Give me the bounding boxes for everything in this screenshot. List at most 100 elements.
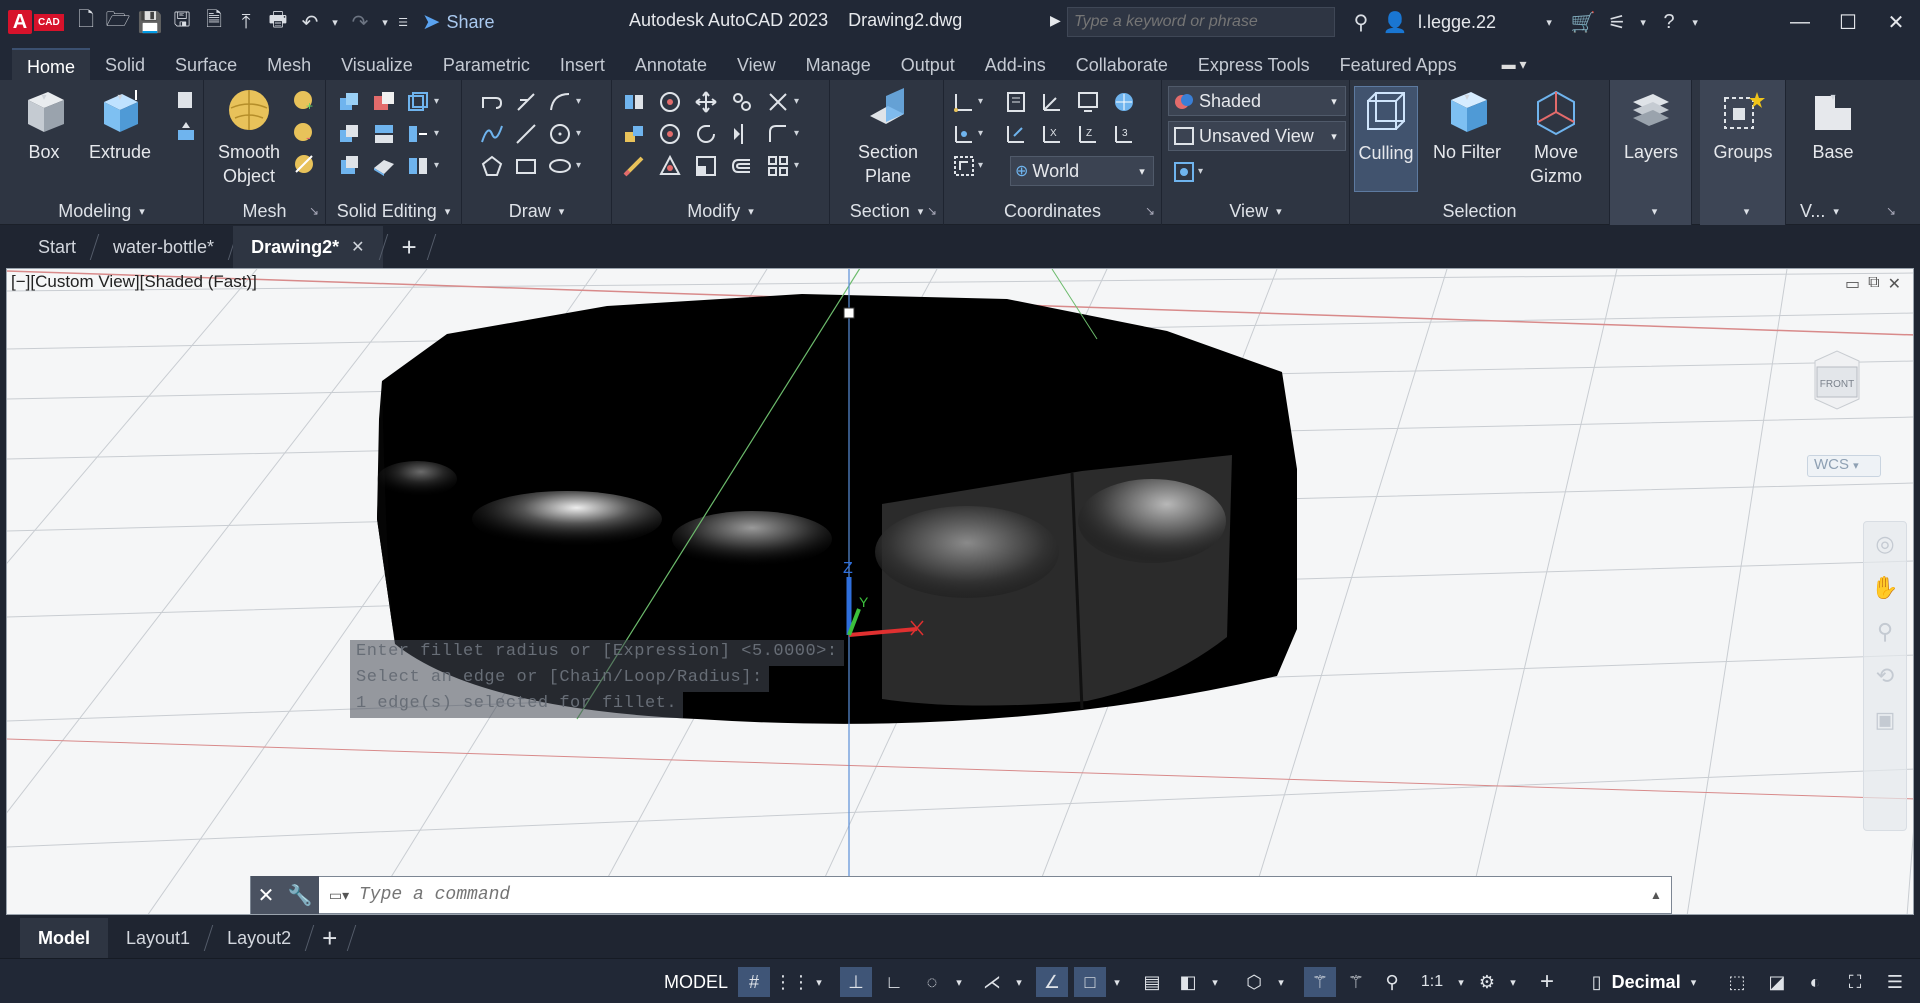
layout-tab-model[interactable]: Model	[20, 918, 108, 958]
thicken-icon[interactable]	[406, 122, 430, 146]
coordinates-panel-title[interactable]: Coordinates ↘	[944, 197, 1161, 225]
user-dropdown-icon[interactable]: ▾	[1532, 5, 1566, 39]
annotation-monitor-icon[interactable]: +	[1530, 967, 1564, 997]
trim-dropdown-icon[interactable]: ▾	[794, 96, 799, 107]
scale-icon[interactable]	[694, 154, 718, 178]
modeling-panel-title[interactable]: Modeling ▾	[0, 197, 203, 225]
ucs-object-dropdown-icon[interactable]: ▾	[978, 160, 983, 171]
separate-icon[interactable]	[406, 154, 430, 178]
doc-tab-start[interactable]: Start	[20, 226, 94, 268]
quick-properties-icon[interactable]: ⬚	[1720, 967, 1754, 997]
tab-visualize[interactable]: Visualize	[326, 48, 428, 80]
3d-align-icon[interactable]	[622, 122, 646, 146]
ucs-origin-icon[interactable]	[952, 122, 976, 146]
minimize-icon[interactable]: —	[1776, 0, 1824, 44]
rotate-icon[interactable]	[694, 122, 718, 146]
modify-panel-title[interactable]: Modify ▾	[612, 197, 829, 225]
fillet-icon[interactable]	[766, 122, 790, 146]
recent-commands-icon[interactable]: ▭▾	[319, 887, 359, 904]
viewcube[interactable]: FRONT	[1807, 349, 1867, 419]
ucs-object-icon[interactable]	[952, 154, 976, 178]
panel-groups[interactable]: Groups ▾	[1700, 80, 1786, 225]
polysolid-icon[interactable]	[174, 88, 198, 112]
union-icon[interactable]	[338, 90, 362, 114]
selection-cycling-dropdown-icon[interactable]: ▾	[1272, 967, 1290, 997]
section-plane-button[interactable]: Section Plane	[848, 86, 928, 188]
3d-rotate-icon[interactable]	[658, 90, 682, 114]
gizmo-move-icon[interactable]	[622, 90, 646, 114]
trim-icon[interactable]	[766, 90, 790, 114]
section-panel-title[interactable]: Section ▾ ↘	[830, 197, 943, 225]
model-space-button[interactable]: MODEL	[660, 967, 732, 997]
units-selector[interactable]: ▯ Decimal ▾	[1574, 967, 1714, 997]
tab-home[interactable]: Home	[12, 48, 91, 80]
tab-manage[interactable]: Manage	[791, 48, 886, 80]
move-icon[interactable]	[694, 90, 718, 114]
groups-button[interactable]: Groups	[1704, 86, 1782, 164]
tab-solid[interactable]: Solid	[90, 48, 160, 80]
doc-tab-drawing2[interactable]: Drawing2* ✕	[233, 226, 383, 268]
viewport-config-icon[interactable]	[1172, 160, 1196, 184]
doc-tabs-menu-icon[interactable]	[0, 226, 20, 268]
workspace-gear-icon[interactable]: ⚙	[1470, 967, 1504, 997]
object-snap-tracking-icon[interactable]: ∠	[1036, 967, 1068, 997]
share-button[interactable]: ➤ Share	[422, 9, 494, 35]
ucs-previous-icon[interactable]	[1040, 90, 1064, 114]
refine-mesh-icon[interactable]	[292, 152, 316, 176]
tab-express-tools[interactable]: Express Tools	[1183, 48, 1325, 80]
dynamic-input-icon[interactable]: ∟	[878, 967, 910, 997]
draw-panel-title[interactable]: Draw ▾	[462, 197, 611, 225]
smooth-more-icon[interactable]: +	[292, 88, 316, 112]
customize-wrench-icon[interactable]: 🔧	[288, 883, 313, 908]
circle-icon[interactable]	[548, 122, 572, 146]
auto-scale-icon[interactable]: ⚚	[1340, 967, 1372, 997]
lock-ui-icon[interactable]: ◪	[1760, 967, 1794, 997]
panel-layers[interactable]: Layers ▾	[1610, 80, 1692, 225]
command-input[interactable]	[359, 880, 1641, 910]
orbit-icon[interactable]: ⟲	[1864, 654, 1906, 698]
ucs-icon-props-icon[interactable]	[1112, 90, 1136, 114]
model-viewport[interactable]: Z Y [−][Custom View][Shaded (Fast)] ▭ ⧉ …	[6, 268, 1914, 915]
thicken-dropdown-icon[interactable]: ▾	[434, 128, 439, 139]
user-icon[interactable]: 👤	[1378, 5, 1412, 39]
search-expand-icon[interactable]: ▶	[1050, 12, 1061, 29]
object-snap-dropdown-icon[interactable]: ▾	[1108, 967, 1126, 997]
open-web-icon[interactable]: 🗎	[198, 6, 230, 38]
pan-icon[interactable]: ✋	[1864, 566, 1906, 610]
named-view-combo[interactable]: Unsaved View ▾	[1168, 121, 1346, 151]
layout-tab-layout2[interactable]: Layout2	[209, 918, 309, 958]
tab-featured-apps[interactable]: Featured Apps	[1325, 48, 1472, 80]
3d-mirror-icon[interactable]	[658, 154, 682, 178]
wcs-menu[interactable]: WCS ▾	[1807, 455, 1881, 477]
isometric-dropdown-icon[interactable]: ▾	[1010, 967, 1028, 997]
polar-dropdown-icon[interactable]: ▾	[950, 967, 968, 997]
array-dropdown-icon[interactable]: ▾	[794, 160, 799, 171]
isometric-drafting-icon[interactable]: ⋌	[976, 967, 1008, 997]
tab-insert[interactable]: Insert	[545, 48, 620, 80]
customize-qat-icon[interactable]: ☰	[394, 6, 412, 38]
redo-icon[interactable]: ↷	[344, 6, 376, 38]
doc-tab-water-bottle[interactable]: water-bottle*	[95, 226, 232, 268]
ucs-icon[interactable]	[952, 90, 976, 114]
shell-icon[interactable]	[372, 154, 396, 178]
view-panel-title[interactable]: View ▾	[1162, 197, 1349, 225]
grid-toggle-icon[interactable]: #	[738, 967, 770, 997]
slice-dropdown-icon[interactable]: ▾	[434, 96, 439, 107]
polyline-icon[interactable]	[480, 90, 504, 114]
polar-tracking-icon[interactable]: ◌	[916, 967, 948, 997]
clean-screen-icon[interactable]: ⛶	[1838, 967, 1872, 997]
helix-icon[interactable]	[514, 90, 538, 114]
command-history-up-icon[interactable]: ▲	[1641, 888, 1671, 902]
subtract-icon[interactable]	[372, 90, 396, 114]
help-dropdown-icon[interactable]: ▾	[1686, 5, 1704, 39]
annotation-scale-icon[interactable]: ⚲	[1376, 967, 1408, 997]
new-layout-icon[interactable]: +	[322, 923, 337, 954]
separate-dropdown-icon[interactable]: ▾	[434, 160, 439, 171]
workspace-dropdown-icon[interactable]: ▾	[1504, 967, 1522, 997]
save-icon[interactable]: 💾	[134, 6, 166, 38]
intersect-icon[interactable]	[338, 122, 362, 146]
transparency-icon[interactable]: ◧	[1172, 967, 1204, 997]
layers-dropdown[interactable]: ▾	[1610, 197, 1691, 225]
viewport-minimize-icon[interactable]: ▭	[1845, 274, 1860, 294]
box-button[interactable]: Box ▾	[14, 86, 74, 164]
